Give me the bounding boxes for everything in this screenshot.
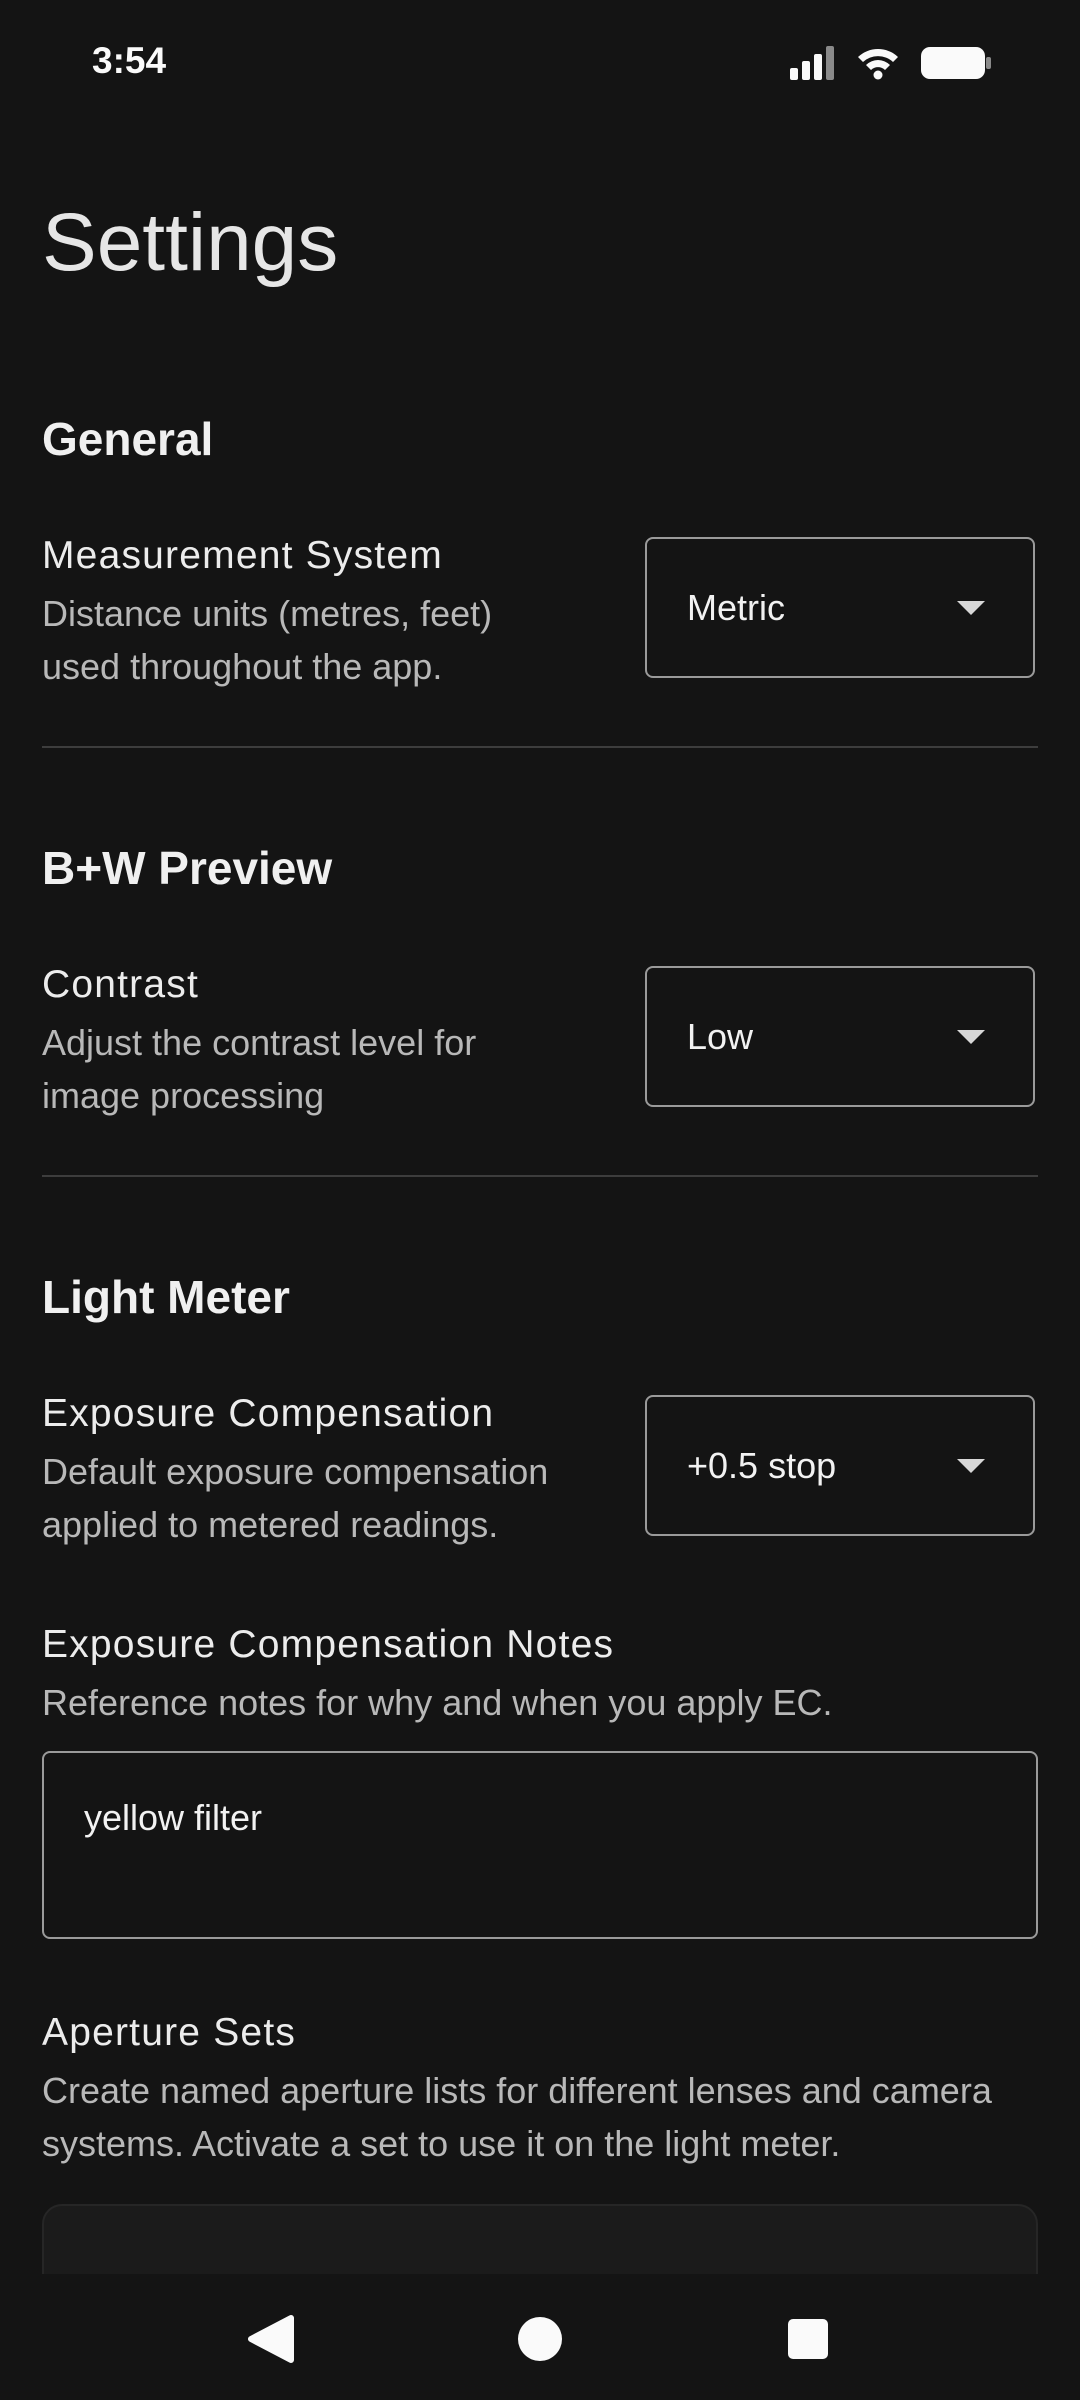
ec-notes-input[interactable]: yellow filter — [42, 1751, 1038, 1939]
battery-icon — [920, 46, 992, 85]
dropdown-arrow-icon — [957, 1459, 985, 1473]
cellular-signal-icon — [790, 46, 836, 85]
divider — [42, 746, 1038, 748]
exposure-compensation-description: Default exposure compensation applied to… — [42, 1451, 549, 1545]
measurement-system-description: Distance units (metres, feet) used throu… — [42, 593, 493, 687]
contrast-value: Low — [687, 1015, 754, 1057]
aperture-sets-title: Aperture Sets — [42, 2011, 297, 2054]
divider — [42, 1175, 1038, 1177]
section-header-light-meter: Light Meter — [42, 1271, 290, 1323]
measurement-system-dropdown[interactable]: Metric — [645, 537, 1035, 678]
dropdown-arrow-icon — [957, 601, 985, 615]
back-triangle-icon[interactable] — [237, 2306, 303, 2372]
contrast-description: Adjust the contrast level for image proc… — [42, 1022, 477, 1116]
measurement-system-title: Measurement System — [42, 534, 443, 577]
exposure-compensation-value: +0.5 stop — [687, 1444, 837, 1486]
recents-square-icon[interactable] — [775, 2306, 841, 2372]
status-time: 3:54 — [92, 40, 167, 81]
page-title: Settings — [42, 197, 339, 288]
ec-notes-description: Reference notes for why and when you app… — [42, 1682, 833, 1723]
dropdown-arrow-icon — [957, 1030, 985, 1044]
status-bar: 3:54 — [0, 0, 1080, 130]
exposure-compensation-title: Exposure Compensation — [42, 1392, 495, 1435]
section-header-bw-preview: B+W Preview — [42, 842, 333, 894]
aperture-sets-description: Create named aperture lists for differen… — [42, 2070, 992, 2164]
contrast-title: Contrast — [42, 963, 199, 1006]
home-circle-icon[interactable] — [507, 2306, 573, 2372]
status-icons — [790, 46, 992, 85]
measurement-system-value: Metric — [687, 586, 785, 628]
exposure-compensation-dropdown[interactable]: +0.5 stop — [645, 1395, 1035, 1536]
ec-notes-title: Exposure Compensation Notes — [42, 1623, 615, 1666]
section-header-general: General — [42, 413, 214, 465]
contrast-dropdown[interactable]: Low — [645, 966, 1035, 1107]
wifi-icon — [856, 46, 900, 85]
